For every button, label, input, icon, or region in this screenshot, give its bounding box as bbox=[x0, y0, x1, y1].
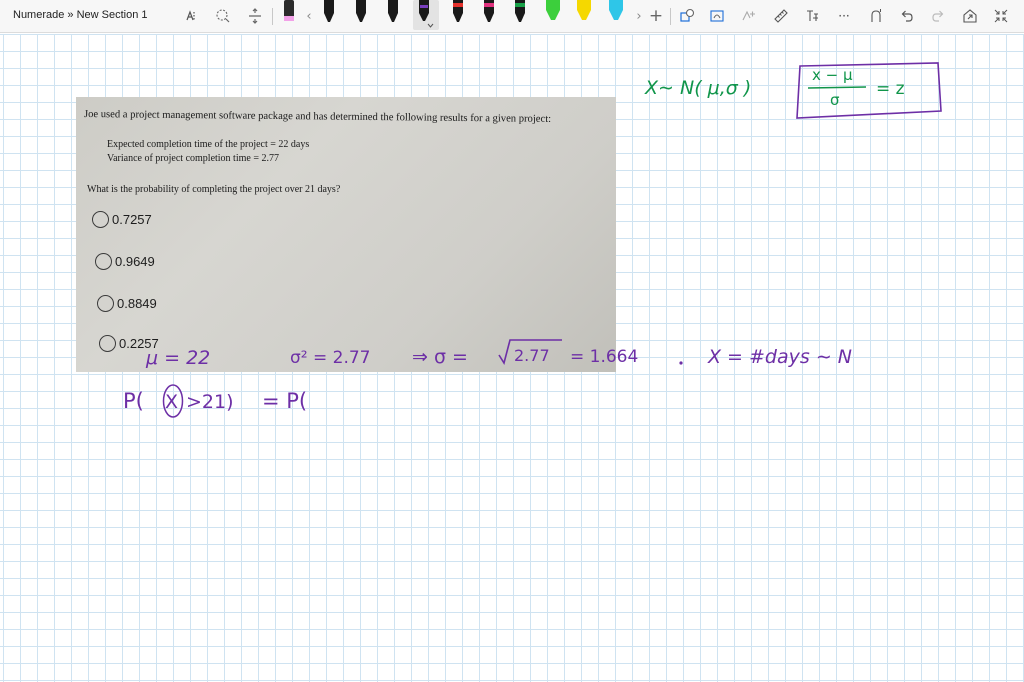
ink-sqrt: 2.77 bbox=[498, 339, 562, 365]
redo-icon[interactable] bbox=[927, 5, 949, 27]
touch-draw-icon[interactable] bbox=[865, 5, 887, 27]
highlighter-green[interactable] bbox=[541, 0, 563, 30]
pen-pink[interactable] bbox=[478, 0, 500, 30]
lasso-select-icon[interactable] bbox=[181, 5, 203, 27]
ink-sigma-result: = 1.664 bbox=[570, 347, 638, 367]
eraser-icon[interactable] bbox=[278, 0, 300, 30]
ink-sqrt-arg: 2.77 bbox=[514, 346, 550, 365]
chevron-left-icon[interactable]: ‹ bbox=[298, 5, 320, 27]
undo-icon[interactable] bbox=[896, 5, 918, 27]
ink-prob-lhs: P( bbox=[123, 389, 144, 413]
pen-black-2[interactable] bbox=[350, 0, 372, 30]
ink-layer: X∼ N( μ,σ ) x − μ σ = z μ = 22 σ² = 2.77… bbox=[123, 62, 942, 418]
ink-to-shape-icon[interactable] bbox=[706, 5, 728, 27]
ink-z-denominator: σ bbox=[830, 91, 840, 109]
ink-prob-condition: >21) bbox=[186, 391, 234, 413]
pen-purple-selected[interactable] bbox=[413, 0, 439, 30]
ink-sigma-squared: σ² = 2.77 bbox=[290, 348, 371, 368]
breadcrumb[interactable]: Numerade » New Section 1 bbox=[13, 9, 148, 21]
ink-dot bbox=[679, 361, 683, 365]
ink-replay-icon[interactable] bbox=[801, 5, 823, 27]
ink-z-formula-box: x − μ σ = z bbox=[796, 62, 942, 119]
add-pen-icon[interactable]: + bbox=[645, 5, 667, 27]
ink-to-math-icon[interactable] bbox=[738, 5, 760, 27]
pen-red[interactable] bbox=[447, 0, 469, 30]
insert-space-icon[interactable] bbox=[244, 5, 266, 27]
ink-z-rhs: = z bbox=[876, 79, 905, 99]
add-space-icon[interactable] bbox=[212, 5, 234, 27]
ink-implies-sigma: ⇒ σ = bbox=[412, 346, 468, 368]
ink-distribution: X∼ N( μ,σ ) bbox=[644, 77, 751, 99]
pen-black[interactable] bbox=[318, 0, 340, 30]
toolbar-divider bbox=[670, 8, 671, 25]
more-icon[interactable]: ··· bbox=[833, 5, 855, 27]
collapse-icon[interactable] bbox=[990, 5, 1012, 27]
highlighter-yellow[interactable] bbox=[572, 0, 594, 30]
share-icon[interactable] bbox=[959, 5, 981, 27]
pen-black-3[interactable] bbox=[382, 0, 404, 30]
toolbar-divider bbox=[272, 8, 273, 25]
ribbon-toolbar: Numerade » New Section 1 ‹ › + ··· bbox=[0, 0, 1024, 33]
ruler-icon[interactable] bbox=[770, 5, 792, 27]
ink-prob-var: X bbox=[165, 391, 178, 413]
ink-fraction-bar bbox=[807, 86, 867, 89]
highlighter-cyan[interactable] bbox=[604, 0, 626, 30]
note-canvas[interactable]: Joe used a project management software p… bbox=[0, 34, 1024, 682]
ink-mu-value: μ = 22 bbox=[145, 347, 210, 369]
ink-prob-rhs: = P( bbox=[262, 389, 307, 413]
ink-z-numerator: x − μ bbox=[812, 66, 853, 84]
ink-x-definition: X = #days ∼ N bbox=[707, 346, 852, 368]
shapes-icon[interactable] bbox=[676, 5, 698, 27]
pen-blue[interactable] bbox=[509, 0, 531, 30]
